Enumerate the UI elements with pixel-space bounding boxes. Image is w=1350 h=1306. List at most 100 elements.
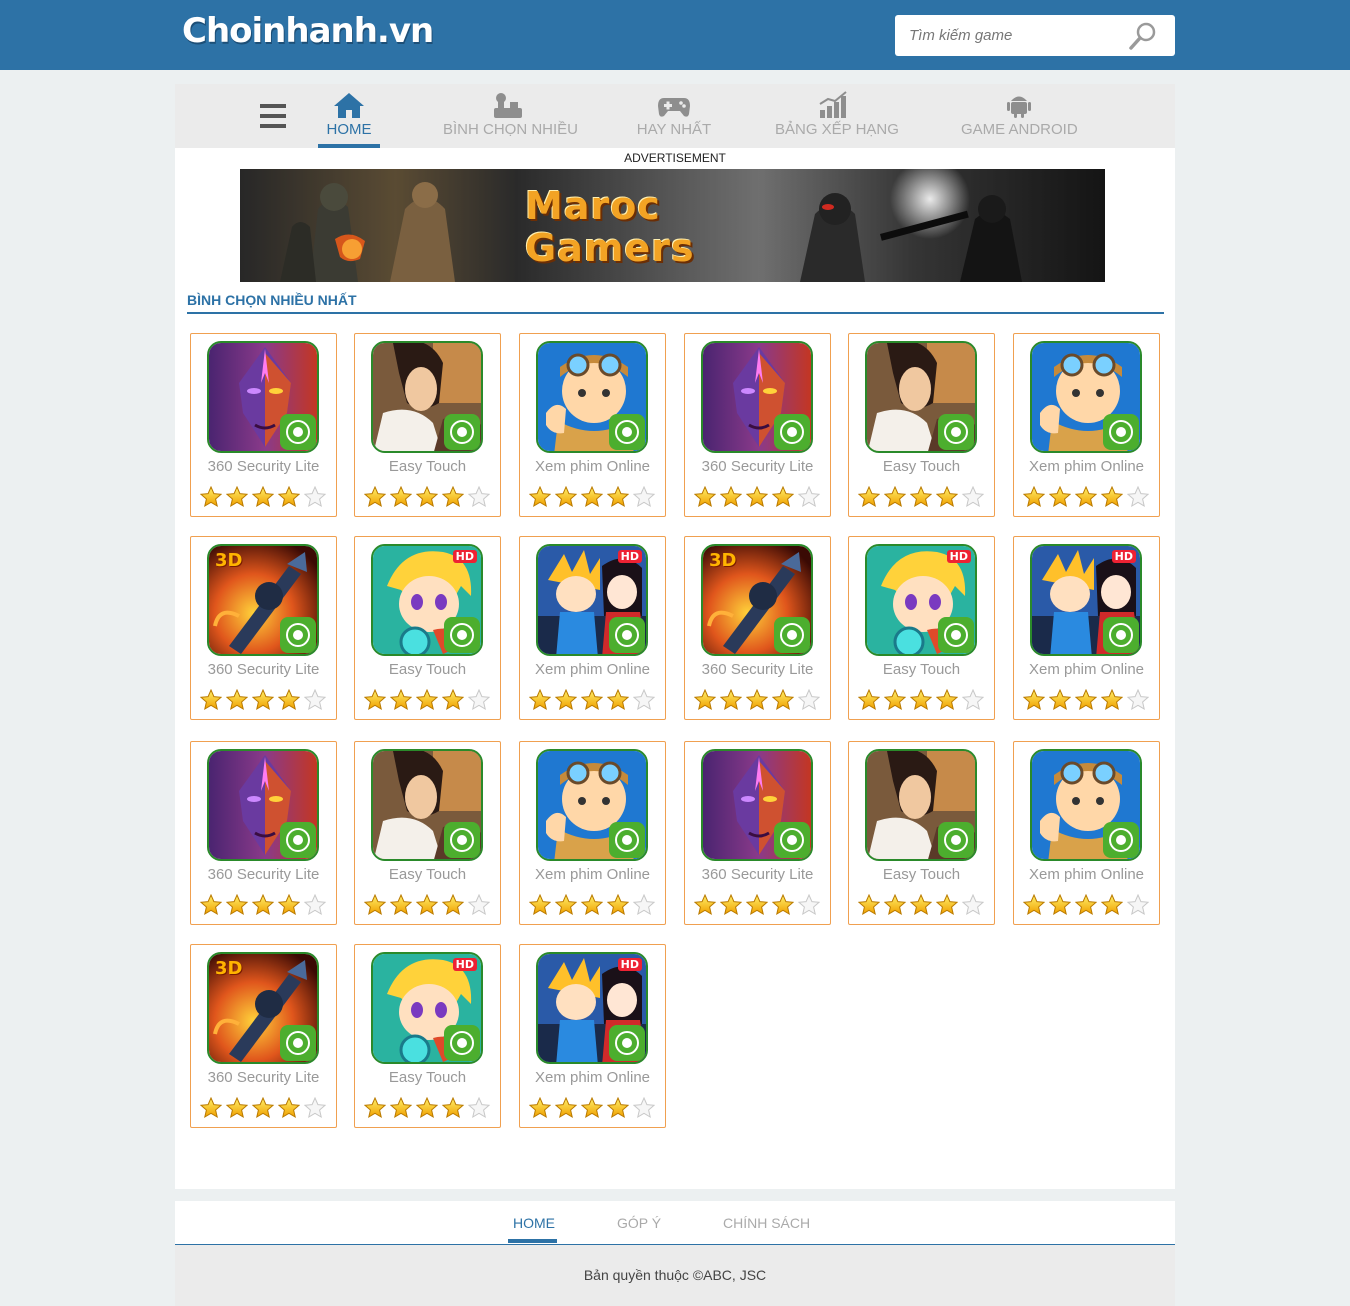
nav-item-game-android[interactable]: GAME ANDROID	[961, 84, 1078, 148]
star-filled-icon	[528, 688, 552, 711]
game-title[interactable]: Easy Touch	[355, 458, 500, 475]
game-icon-image[interactable]: HD	[536, 544, 648, 656]
game-title[interactable]: 360 Security Lite	[685, 458, 830, 475]
game-title[interactable]: Easy Touch	[849, 661, 994, 678]
game-icon-image[interactable]: 3D	[207, 952, 319, 1064]
hd-badge: HD	[946, 550, 971, 563]
star-rating	[1022, 893, 1153, 916]
star-filled-icon	[225, 485, 249, 508]
star-rating	[528, 1096, 659, 1119]
game-icon-image[interactable]: 3D	[207, 544, 319, 656]
copyright-text: Bản quyền thuộc ©ABC, JSC	[583, 1267, 767, 1283]
game-icon-image[interactable]	[1030, 749, 1142, 861]
game-title[interactable]: Xem phim Online	[1014, 458, 1159, 475]
search-icon[interactable]	[1128, 21, 1158, 51]
game-card[interactable]: Easy Touch	[354, 741, 501, 925]
star-filled-icon	[935, 893, 959, 916]
hamburger-menu-icon[interactable]	[260, 104, 286, 128]
star-filled-icon	[277, 893, 301, 916]
game-icon-image[interactable]	[536, 749, 648, 861]
footer-link-chinh-sach[interactable]: CHÍNH SÁCH	[723, 1215, 810, 1231]
game-icon-image[interactable]	[865, 341, 977, 453]
star-filled-icon	[554, 688, 578, 711]
3d-badge: 3D	[709, 550, 737, 571]
nav-label-hay-nhat: HAY NHẤT	[636, 121, 712, 138]
game-card[interactable]: HD Xem phim Online	[519, 536, 666, 720]
star-filled-icon	[363, 688, 387, 711]
site-logo[interactable]: Choinhanh.vn	[182, 11, 434, 51]
game-title[interactable]: Xem phim Online	[520, 866, 665, 883]
nav-item-binh-chon-nhieu[interactable]: BÌNH CHỌN NHIỀU	[443, 84, 578, 148]
game-card[interactable]: HD Easy Touch	[354, 944, 501, 1128]
star-filled-icon	[554, 893, 578, 916]
star-filled-icon	[606, 688, 630, 711]
nav-item-hay-nhat[interactable]: HAY NHẤT	[633, 84, 715, 148]
game-icon-image[interactable]: HD	[371, 544, 483, 656]
nav-item-bang-xep-hang[interactable]: BẢNG XẾP HẠNG	[775, 84, 899, 148]
game-icon-image[interactable]	[207, 749, 319, 861]
nav-label-bang-xep-hang: BẢNG XẾP HẠNG	[775, 121, 899, 138]
search-input[interactable]	[895, 15, 1125, 56]
game-card[interactable]: Easy Touch	[354, 333, 501, 517]
game-title[interactable]: 360 Security Lite	[191, 661, 336, 678]
game-card[interactable]: HD Easy Touch	[848, 536, 995, 720]
game-card[interactable]: HD Xem phim Online	[519, 944, 666, 1128]
game-title[interactable]: Easy Touch	[849, 458, 994, 475]
game-card[interactable]: 360 Security Lite	[190, 741, 337, 925]
game-card[interactable]: Xem phim Online	[1013, 333, 1160, 517]
game-title[interactable]: 360 Security Lite	[191, 458, 336, 475]
game-title[interactable]: Easy Touch	[849, 866, 994, 883]
game-title[interactable]: Easy Touch	[355, 661, 500, 678]
game-card[interactable]: HD Xem phim Online	[1013, 536, 1160, 720]
game-icon-image[interactable]	[1030, 341, 1142, 453]
game-icon-image[interactable]: HD	[865, 544, 977, 656]
game-icon-image[interactable]	[207, 341, 319, 453]
game-card[interactable]: Easy Touch	[848, 333, 995, 517]
star-filled-icon	[528, 893, 552, 916]
game-title[interactable]: Xem phim Online	[520, 458, 665, 475]
game-card[interactable]: 3D 360 Security Lite	[190, 536, 337, 720]
game-icon-image[interactable]: 3D	[701, 544, 813, 656]
main-nav: HOME BÌNH CHỌN NHIỀU HAY NHẤT BẢNG XẾP H…	[175, 84, 1175, 148]
game-title[interactable]: Easy Touch	[355, 866, 500, 883]
game-icon-image[interactable]	[371, 749, 483, 861]
nav-item-home[interactable]: HOME	[318, 84, 380, 148]
game-card[interactable]: Xem phim Online	[519, 741, 666, 925]
star-filled-icon	[251, 688, 275, 711]
game-title[interactable]: 360 Security Lite	[191, 866, 336, 883]
game-title[interactable]: Xem phim Online	[520, 1069, 665, 1086]
game-card[interactable]: 360 Security Lite	[190, 333, 337, 517]
game-icon-image[interactable]	[701, 749, 813, 861]
game-icon-image[interactable]: HD	[1030, 544, 1142, 656]
star-filled-icon	[277, 1096, 301, 1119]
game-icon-image[interactable]: HD	[371, 952, 483, 1064]
game-card[interactable]: 360 Security Lite	[684, 741, 831, 925]
game-card[interactable]: 3D 360 Security Lite	[190, 944, 337, 1128]
game-icon-image[interactable]	[865, 749, 977, 861]
game-card[interactable]: HD Easy Touch	[354, 536, 501, 720]
game-icon-image[interactable]: HD	[536, 952, 648, 1064]
game-title[interactable]: 360 Security Lite	[685, 661, 830, 678]
game-title[interactable]: 360 Security Lite	[685, 866, 830, 883]
game-card[interactable]: Xem phim Online	[519, 333, 666, 517]
star-filled-icon	[1074, 688, 1098, 711]
game-card[interactable]: 3D 360 Security Lite	[684, 536, 831, 720]
footer-link-home[interactable]: HOME	[513, 1215, 555, 1231]
ad-banner[interactable]: Maroc Gamers	[240, 169, 1105, 282]
game-card[interactable]: Easy Touch	[848, 741, 995, 925]
game-icon-image[interactable]	[701, 341, 813, 453]
game-icon-image[interactable]	[371, 341, 483, 453]
game-title[interactable]: 360 Security Lite	[191, 1069, 336, 1086]
star-filled-icon	[1074, 485, 1098, 508]
game-title[interactable]: Xem phim Online	[1014, 661, 1159, 678]
game-title[interactable]: Xem phim Online	[1014, 866, 1159, 883]
footer-link-gop-y[interactable]: GÓP Ý	[617, 1215, 661, 1231]
game-title[interactable]: Easy Touch	[355, 1069, 500, 1086]
game-icon-image[interactable]	[536, 341, 648, 453]
target-badge-icon	[444, 1025, 480, 1061]
star-filled-icon	[883, 893, 907, 916]
footer-bottom: Bản quyền thuộc ©ABC, JSC	[175, 1245, 1175, 1306]
game-card[interactable]: Xem phim Online	[1013, 741, 1160, 925]
game-title[interactable]: Xem phim Online	[520, 661, 665, 678]
game-card[interactable]: 360 Security Lite	[684, 333, 831, 517]
